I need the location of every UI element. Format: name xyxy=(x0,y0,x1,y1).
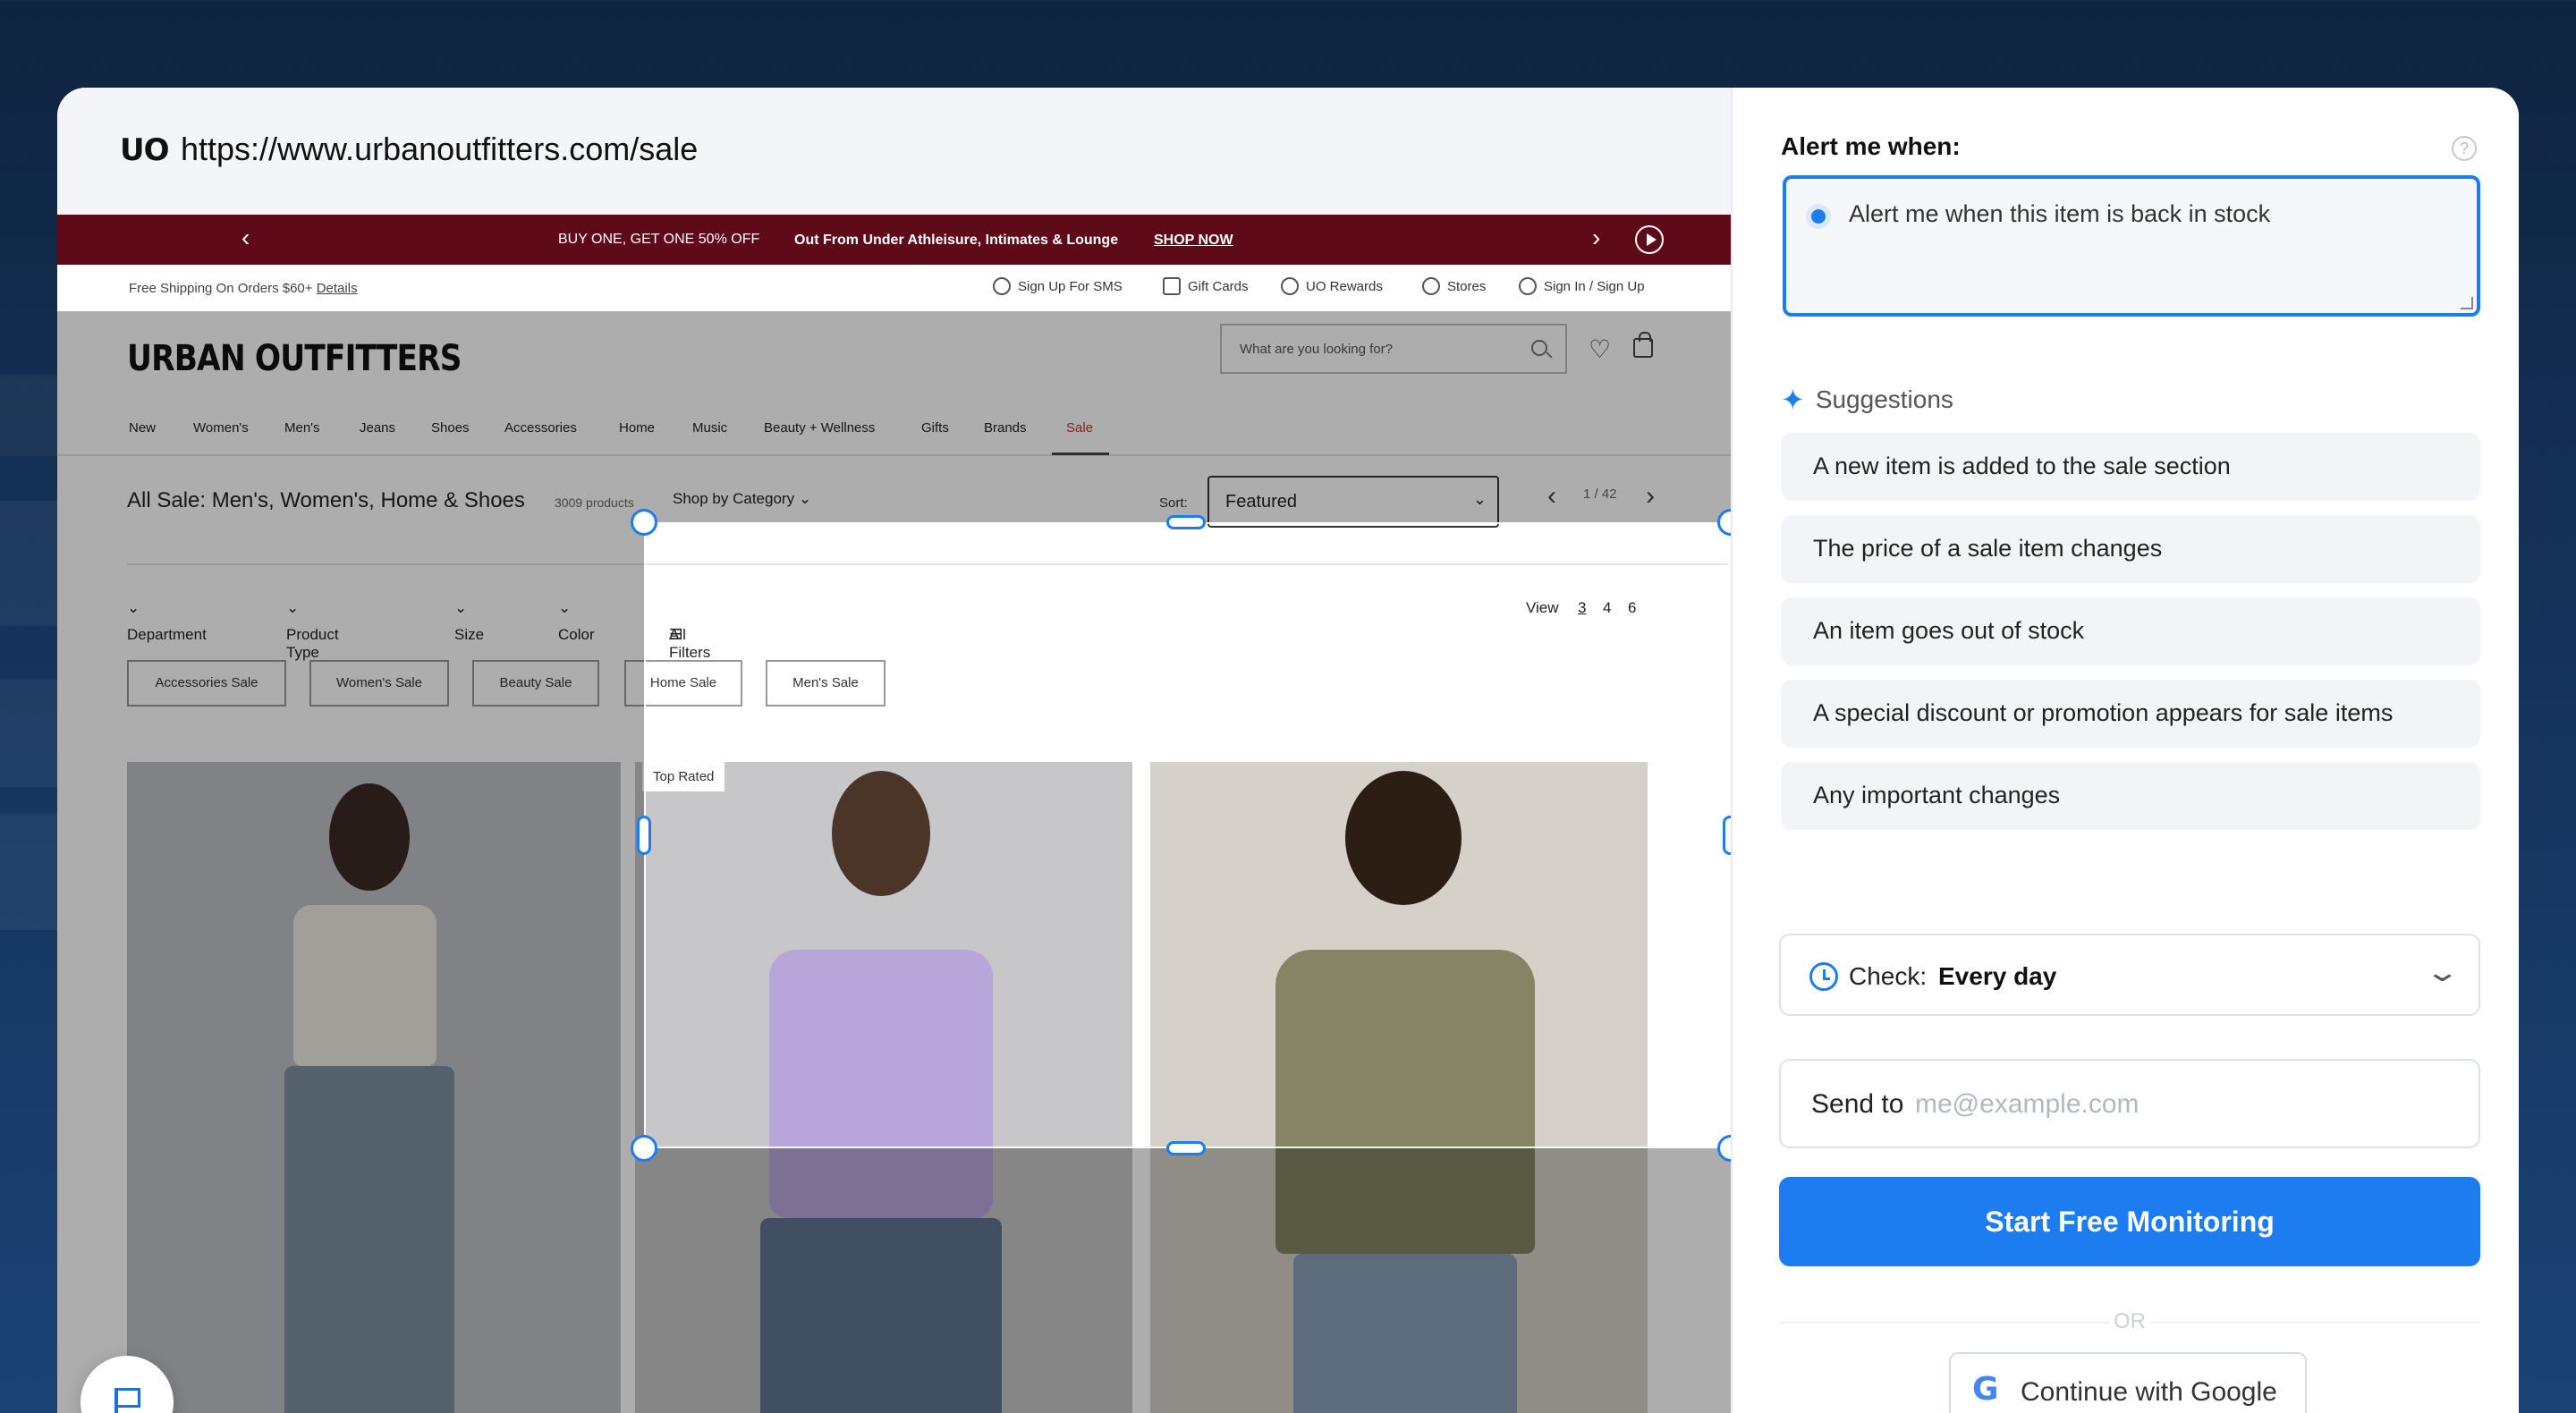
background-band xyxy=(0,501,59,626)
check-value: Every day xyxy=(1938,962,2057,990)
send-to-label: Send to xyxy=(1811,1089,1904,1119)
suggestion-item[interactable]: Any important changes xyxy=(1781,762,2480,830)
divider-line xyxy=(2149,1322,2480,1324)
gift-card-icon xyxy=(1163,277,1181,295)
url-bar: UO https://www.urbanoutfitters.com/sale xyxy=(57,88,1731,215)
suggestion-item[interactable]: A new item is added to the sale section xyxy=(1781,433,2480,501)
google-button-label: Continue with Google xyxy=(2021,1377,2277,1407)
monitor-card: UO https://www.urbanoutfitters.com/sale … xyxy=(57,88,2519,1413)
chevron-down-icon: ⌄ xyxy=(2424,958,2461,987)
google-signin-button[interactable]: G Continue with Google xyxy=(1949,1352,2307,1413)
site-favicon-logo: UO xyxy=(120,132,170,168)
alert-condition-textarea[interactable]: Alert me when this item is back in stock xyxy=(1783,175,2480,317)
alert-label: Alert me when: xyxy=(1781,132,1961,160)
background-band xyxy=(0,376,59,456)
resize-handle-bottom-left[interactable] xyxy=(631,1135,657,1162)
user-icon xyxy=(1519,277,1537,295)
selection-mask xyxy=(57,311,1731,522)
sparkle-icon: ✦ xyxy=(1781,384,1805,416)
stores-link[interactable]: Stores xyxy=(1422,277,1486,295)
link-label: UO Rewards xyxy=(1306,278,1383,294)
selection-region[interactable] xyxy=(644,522,1731,1148)
help-icon[interactable]: ? xyxy=(2452,136,2477,161)
site-preview: UO https://www.urbanoutfitters.com/sale … xyxy=(57,88,1731,1413)
location-pin-icon xyxy=(1422,277,1440,295)
promo-text: BUY ONE, GET ONE 50% OFF xyxy=(558,232,760,247)
google-icon: G xyxy=(1972,1371,1999,1408)
suggestion-item[interactable]: The price of a sale item changes xyxy=(1781,515,2480,583)
play-icon[interactable] xyxy=(1635,225,1664,254)
background-band xyxy=(0,680,59,787)
or-divider: OR xyxy=(1779,1309,2480,1336)
suggestions-header: ✦ Suggestions xyxy=(1781,383,1953,417)
shipping-notice: Free Shipping On Orders $60+ Details xyxy=(129,281,358,296)
link-label: Sign Up For SMS xyxy=(1018,278,1123,294)
link-label: Stores xyxy=(1447,278,1487,294)
link-label: Sign In / Sign Up xyxy=(1544,278,1645,294)
suggestion-item[interactable]: A special discount or promotion appears … xyxy=(1781,680,2480,748)
resize-handle-top-left[interactable] xyxy=(631,509,657,536)
gift-cards-link[interactable]: Gift Cards xyxy=(1163,277,1249,295)
suggestions-label: Suggestions xyxy=(1815,385,1953,413)
sun-icon xyxy=(1281,277,1299,295)
background-band xyxy=(0,814,59,930)
resize-handle-left[interactable] xyxy=(637,816,651,855)
resize-handle-right[interactable] xyxy=(1723,816,1731,855)
suggestion-item[interactable]: An item goes out of stock xyxy=(1781,597,2480,665)
sign-in-link[interactable]: Sign In / Sign Up xyxy=(1519,277,1645,295)
sms-signup-link[interactable]: Sign Up For SMS xyxy=(993,277,1123,295)
flag-icon xyxy=(114,1388,140,1413)
resize-handle-bottom[interactable] xyxy=(1166,1141,1206,1155)
utility-bar: Free Shipping On Orders $60+ Details Sig… xyxy=(57,265,1731,311)
selection-mask xyxy=(644,1148,1731,1413)
link-label: Gift Cards xyxy=(1188,278,1249,294)
alert-condition-text: Alert me when this item is back in stock xyxy=(1849,200,2271,227)
chevron-left-icon[interactable]: ‹ xyxy=(242,225,250,250)
check-label: Check: xyxy=(1849,962,1928,990)
shipping-text: Free Shipping On Orders $60+ xyxy=(129,281,313,296)
promo-text-bold: Out From Under Athleisure, Intimates & L… xyxy=(794,233,1119,248)
uo-rewards-link[interactable]: UO Rewards xyxy=(1281,277,1383,295)
email-input[interactable] xyxy=(1915,1084,2452,1125)
shipping-details-link[interactable]: Details xyxy=(317,281,358,296)
resize-handle-top[interactable] xyxy=(1166,515,1206,529)
alert-panel: Alert me when: ? Alert me when this item… xyxy=(1731,88,2519,1413)
site-screenshot: ‹ BUY ONE, GET ONE 50% OFF Out From Unde… xyxy=(57,215,1731,1413)
promo-shop-now-link[interactable]: SHOP NOW xyxy=(1154,233,1233,249)
chevron-right-icon[interactable]: › xyxy=(1592,225,1600,250)
send-to-field[interactable]: Send to xyxy=(1779,1059,2480,1148)
start-monitoring-button[interactable]: Start Free Monitoring xyxy=(1779,1177,2480,1266)
clock-icon xyxy=(1809,962,1838,991)
check-frequency-select[interactable]: Check: Every day ⌄ xyxy=(1779,934,2480,1016)
resize-grip-icon[interactable] xyxy=(2461,297,2473,309)
promo-banner: ‹ BUY ONE, GET ONE 50% OFF Out From Unde… xyxy=(57,215,1731,265)
selection-mask xyxy=(57,522,644,1413)
chat-icon xyxy=(993,277,1011,295)
radio-selected-icon xyxy=(1806,204,1831,229)
page-url: https://www.urbanoutfitters.com/sale xyxy=(181,131,699,167)
